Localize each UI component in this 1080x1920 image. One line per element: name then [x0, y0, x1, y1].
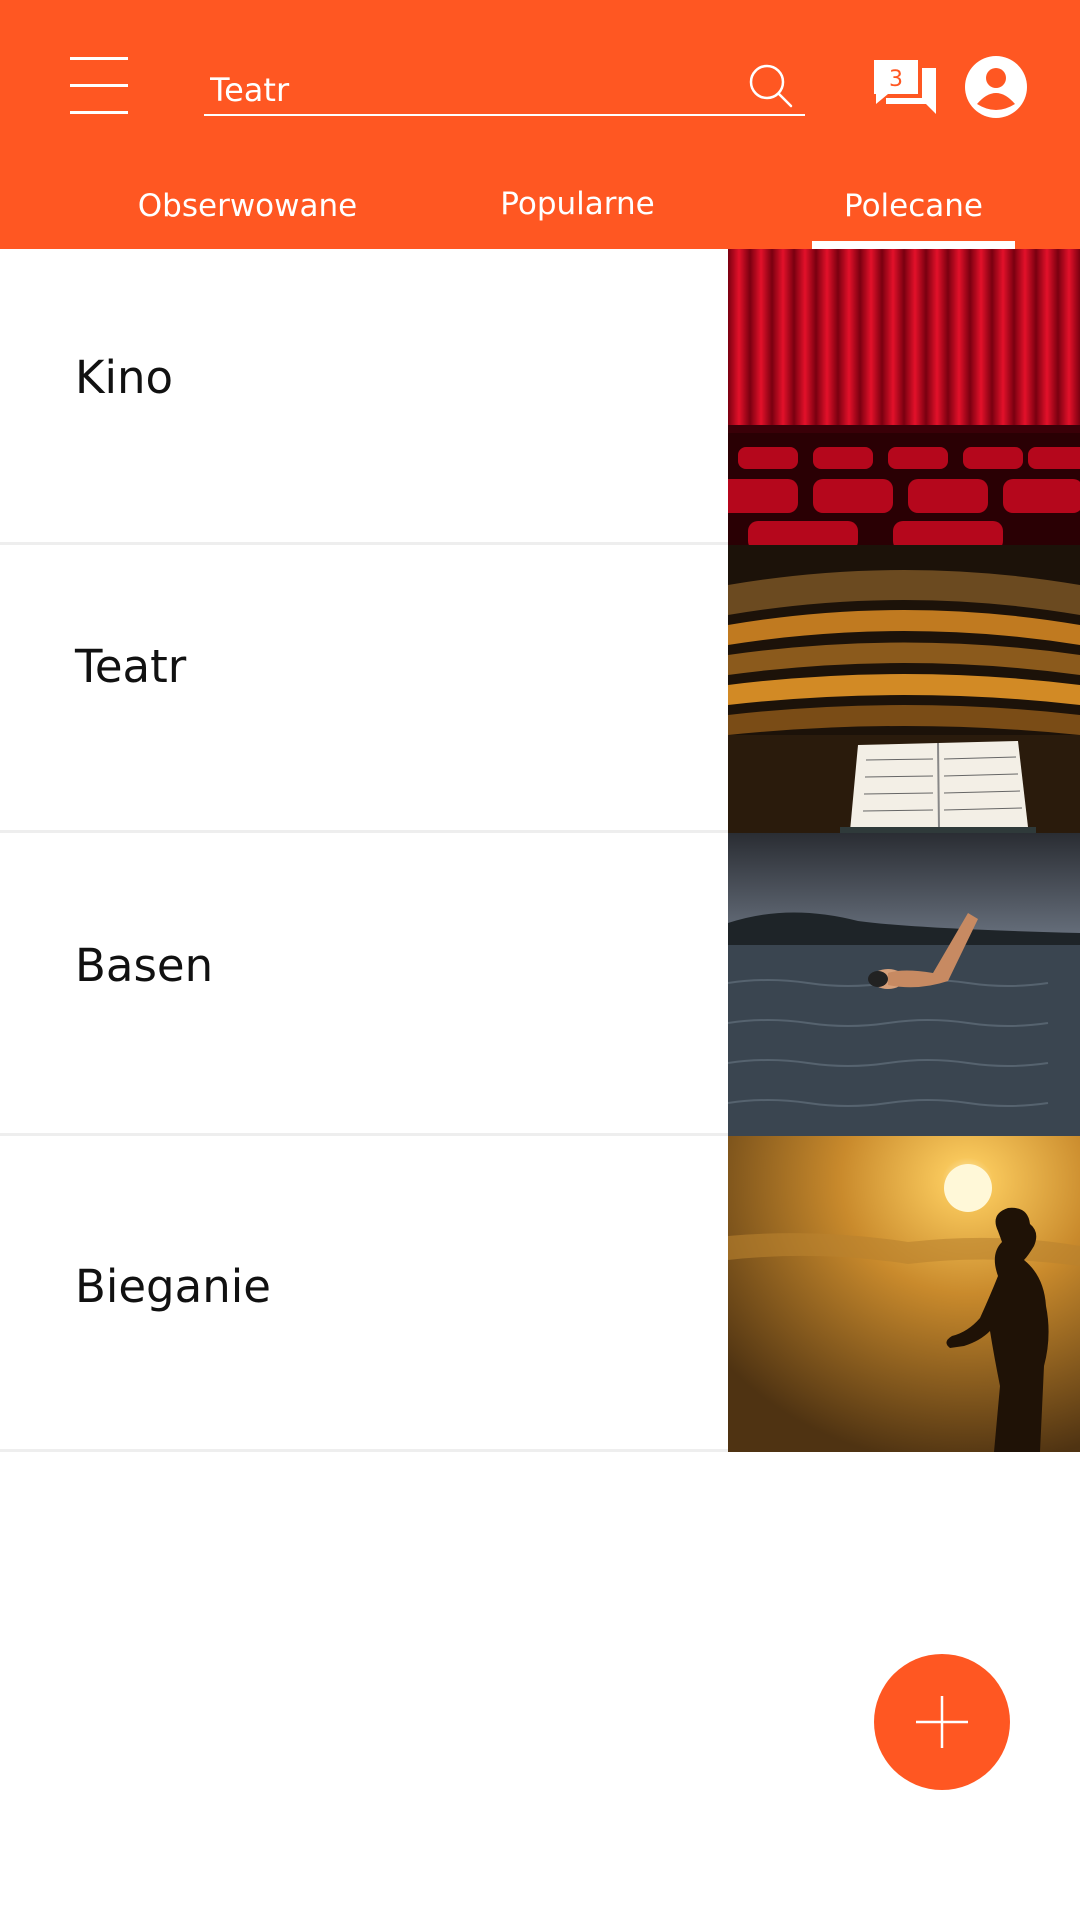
- avatar-icon[interactable]: [965, 56, 1027, 118]
- list-item-basen[interactable]: Basen: [0, 833, 1080, 1136]
- list-item-kino[interactable]: Kino: [0, 249, 1080, 545]
- swimmer-image: [728, 833, 1080, 1136]
- plus-icon: [916, 1696, 968, 1748]
- app-header: 3 Obserwowane Popularne Polecane: [0, 0, 1080, 249]
- list-item-label: Teatr: [75, 640, 187, 693]
- list-item-label: Kino: [75, 351, 174, 404]
- tab-polecane[interactable]: Polecane: [812, 186, 1015, 226]
- list-item-teatr[interactable]: Teatr: [0, 545, 1080, 833]
- list-item-bieganie[interactable]: Bieganie: [0, 1136, 1080, 1452]
- chat-icon[interactable]: 3: [872, 56, 940, 120]
- concert-hall-image: [728, 545, 1080, 833]
- runner-image: [728, 1136, 1080, 1452]
- search-bar: [204, 60, 805, 116]
- tab-obserwowane[interactable]: Obserwowane: [110, 186, 385, 226]
- active-tab-indicator: [812, 241, 1015, 249]
- list-item-label: Bieganie: [75, 1260, 271, 1313]
- theater-curtain-image: [728, 249, 1080, 545]
- search-icon[interactable]: [747, 62, 795, 110]
- tab-popularne[interactable]: Popularne: [470, 184, 685, 224]
- hamburger-menu-icon[interactable]: [70, 57, 128, 115]
- messages-badge: 3: [889, 67, 903, 92]
- row-divider: [0, 1449, 728, 1452]
- add-fab-button[interactable]: [874, 1654, 1010, 1790]
- search-input[interactable]: [210, 68, 730, 112]
- list-item-label: Basen: [75, 939, 214, 992]
